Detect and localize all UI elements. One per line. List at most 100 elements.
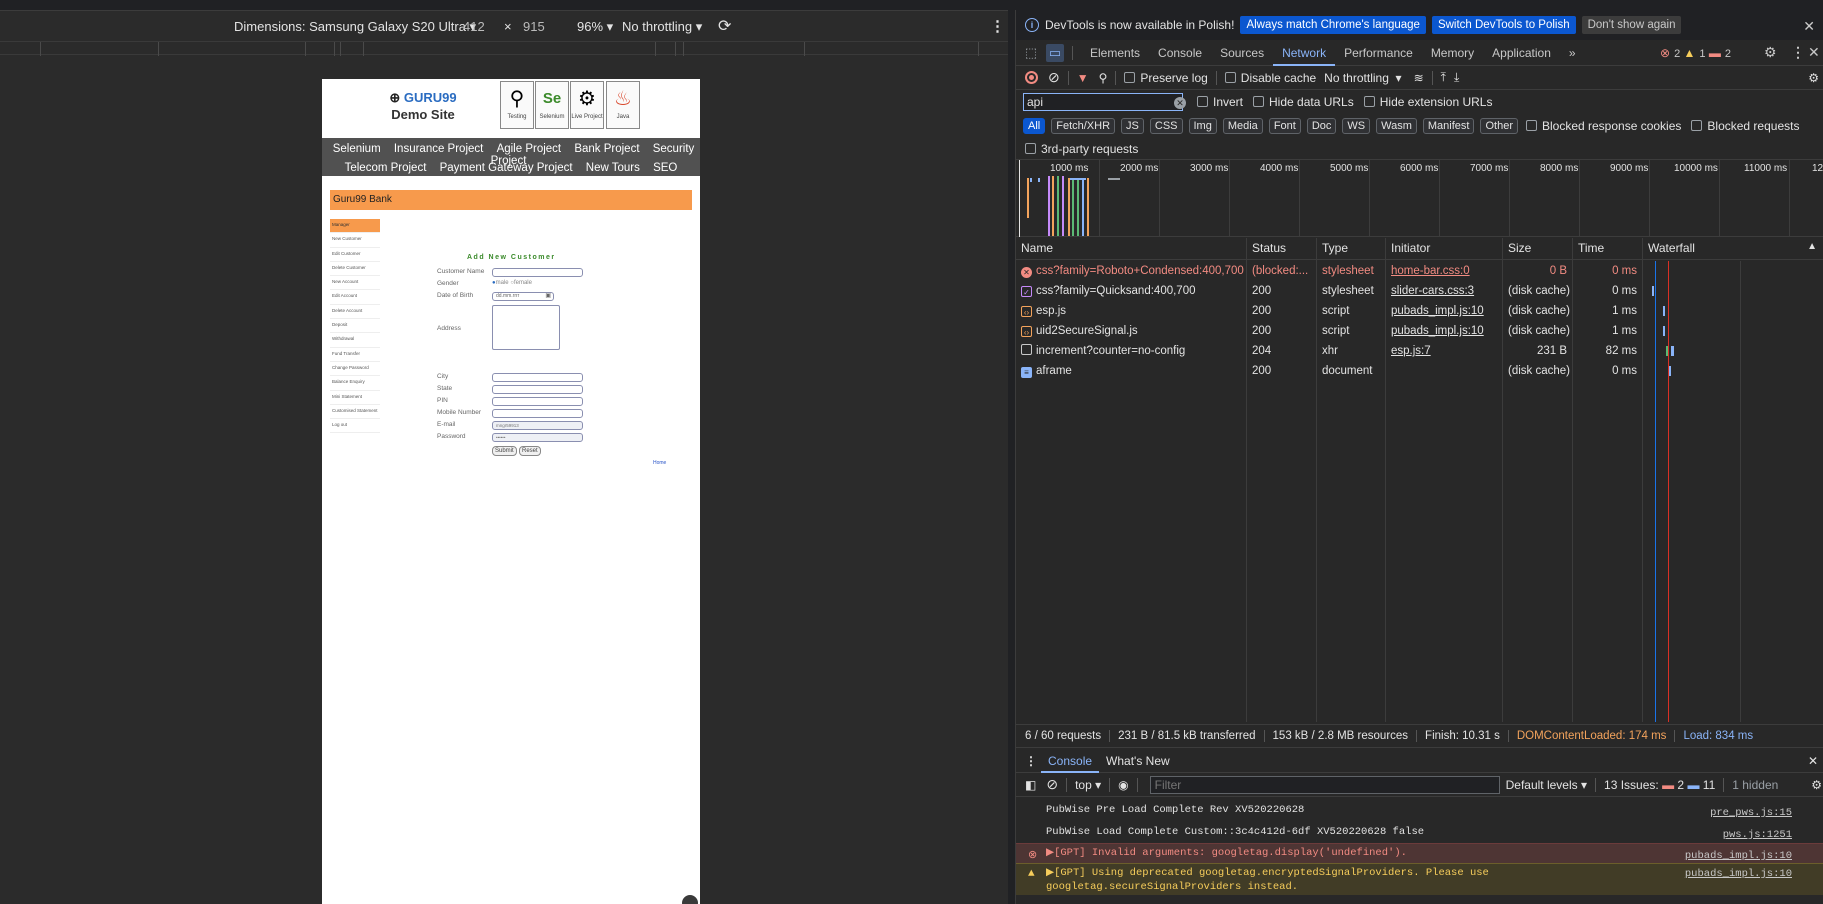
console-sidebar-icon[interactable]: ◧ xyxy=(1025,778,1036,792)
col-initiator[interactable]: Initiator xyxy=(1386,237,1503,259)
hide-data-urls-checkbox[interactable]: Hide data URLs xyxy=(1253,95,1354,109)
type-doc[interactable]: Doc xyxy=(1306,118,1337,134)
col-type[interactable]: Type xyxy=(1317,237,1386,259)
import-har-icon[interactable]: ⤒ xyxy=(1441,70,1446,85)
drawer-tab-console[interactable]: Console xyxy=(1041,749,1100,773)
home-link[interactable]: Home xyxy=(653,460,666,466)
live-expression-eye-icon[interactable]: ◉ xyxy=(1118,778,1128,792)
menu-new-customer[interactable]: New Customer xyxy=(330,233,380,248)
scroll-indicator[interactable] xyxy=(682,895,698,904)
col-size[interactable]: Size xyxy=(1503,237,1573,259)
close-drawer-icon[interactable]: ✕ xyxy=(1808,754,1818,768)
settings-gear-icon[interactable]: ⚙ xyxy=(1764,44,1777,61)
type-js[interactable]: JS xyxy=(1121,118,1144,134)
export-har-icon[interactable]: ⤓ xyxy=(1454,70,1459,85)
clear-console-icon[interactable]: ⊘ xyxy=(1046,776,1058,793)
drawer-menu-icon[interactable]: ⋮ xyxy=(1025,754,1037,768)
tab-sources[interactable]: Sources xyxy=(1211,40,1273,66)
source-link[interactable]: pubads_impl.js:10 xyxy=(1685,867,1792,881)
type-font[interactable]: Font xyxy=(1268,118,1301,134)
col-waterfall[interactable]: Waterfall xyxy=(1643,237,1803,259)
table-row[interactable]: ‹› esp.js 200 script pubads_impl.js:10 (d… xyxy=(1016,301,1823,321)
table-row[interactable]: ≡ aframe 200 document (disk cache) 0 ms xyxy=(1016,361,1823,381)
initiator-link[interactable]: esp.js:7 xyxy=(1391,345,1431,357)
blocked-cookies-checkbox[interactable]: Blocked response cookies xyxy=(1525,119,1681,133)
reset-button[interactable]: Reset xyxy=(519,446,541,456)
table-row[interactable]: increment?counter=no-config 204 xhr esp.… xyxy=(1016,341,1823,361)
nav-insurance[interactable]: Insurance Project xyxy=(394,143,484,155)
dont-show-again-button[interactable]: Don't show again xyxy=(1581,16,1682,34)
log-levels-dropdown[interactable]: Default levels ▾ xyxy=(1506,778,1587,792)
guru99-logo[interactable]: ⊕ GURU99 Demo Site xyxy=(378,90,468,122)
calendar-icon[interactable]: ▣ xyxy=(545,293,551,300)
drawer-tab-whats-new[interactable]: What's New xyxy=(1099,749,1177,773)
col-status[interactable]: Status xyxy=(1247,237,1316,259)
col-time[interactable]: Time xyxy=(1573,237,1643,259)
menu-withdrawal[interactable]: Withdrawal xyxy=(330,333,380,348)
menu-deposit[interactable]: Deposit xyxy=(330,319,380,334)
disable-cache-checkbox[interactable]: Disable cache xyxy=(1224,71,1316,85)
nav-seo[interactable]: SEO xyxy=(653,162,677,174)
type-css[interactable]: CSS xyxy=(1149,118,1183,134)
type-manifest[interactable]: Manifest xyxy=(1422,118,1475,134)
error-counter[interactable]: ⊗ 2 ▲ 1 ▬ 2 xyxy=(1660,46,1731,60)
menu-delete-account[interactable]: Delete Account xyxy=(330,305,380,320)
console-filter-input[interactable] xyxy=(1149,775,1500,794)
nav-payment[interactable]: Payment Gateway Project xyxy=(440,162,573,174)
record-icon[interactable] xyxy=(1025,71,1038,84)
table-row[interactable]: ✓ css?family=Quicksand:400,700 200 styles… xyxy=(1016,281,1823,301)
menu-delete-customer[interactable]: Delete Customer xyxy=(330,262,380,277)
media-query-ruler[interactable] xyxy=(0,41,1008,56)
submit-button[interactable]: Submit xyxy=(492,446,517,456)
table-row[interactable]: ‹› uid2SecureSignal.js 200 script pubads_… xyxy=(1016,321,1823,341)
preserve-log-checkbox[interactable]: Preserve log xyxy=(1124,71,1208,85)
type-img[interactable]: Img xyxy=(1188,118,1217,134)
hide-extension-urls-checkbox[interactable]: Hide extension URLs xyxy=(1363,95,1492,109)
initiator-link[interactable]: slider-cars.css:3 xyxy=(1391,285,1474,297)
initiator-link[interactable]: home-bar.css:0 xyxy=(1391,265,1470,277)
device-dropdown[interactable]: Dimensions: Samsung Galaxy S20 Ultra ▾ xyxy=(234,19,476,35)
device-width-input[interactable]: 412 xyxy=(463,19,485,34)
throttle-dropdown[interactable]: No throttling ▾ xyxy=(622,19,702,35)
type-other[interactable]: Other xyxy=(1480,118,1518,134)
close-devtools-icon[interactable]: ✕ xyxy=(1808,44,1820,61)
type-all[interactable]: All xyxy=(1023,118,1046,134)
nav-agile[interactable]: Agile Project xyxy=(497,143,562,155)
nav-telecom[interactable]: Telecom Project xyxy=(345,162,427,174)
type-wasm[interactable]: Wasm xyxy=(1376,118,1417,134)
network-throttle-dropdown[interactable]: No throttling ▾ xyxy=(1324,71,1401,85)
network-settings-icon[interactable]: ⚙ xyxy=(1808,71,1819,85)
menu-fund-transfer[interactable]: Fund Transfer xyxy=(330,348,380,362)
menu-customised-statement[interactable]: Customised Statement xyxy=(330,405,380,420)
nav-newtours[interactable]: New Tours xyxy=(586,162,640,174)
customer-name-input[interactable] xyxy=(492,268,583,277)
tab-performance[interactable]: Performance xyxy=(1335,40,1422,66)
rotate-icon[interactable]: ⟳ xyxy=(718,16,731,36)
device-height-input[interactable]: 915 xyxy=(523,19,545,34)
dob-input[interactable]: dd.mm.rrrr ▣ xyxy=(492,292,554,301)
menu-new-account[interactable]: New Account xyxy=(330,276,380,291)
inspect-element-icon[interactable]: ⬚ xyxy=(1022,44,1040,62)
table-row[interactable]: ✕ css?family=Roboto+Condensed:400,700 (bl… xyxy=(1016,261,1823,281)
menu-mini-statement[interactable]: Mini Statement xyxy=(330,391,380,405)
device-toolbar-icon[interactable]: ▭ xyxy=(1046,43,1064,62)
state-input[interactable] xyxy=(492,385,583,394)
invert-checkbox[interactable]: Invert xyxy=(1197,95,1243,109)
network-filter-input[interactable] xyxy=(1023,93,1183,111)
nav-selenium[interactable]: Selenium xyxy=(333,143,381,155)
switch-polish-button[interactable]: Switch DevTools to Polish xyxy=(1431,16,1576,34)
console-error[interactable]: ⊗ ▶[GPT] Invalid arguments: googletag.di… xyxy=(1016,843,1823,863)
nav-bank[interactable]: Bank Project xyxy=(574,143,639,155)
third-party-checkbox[interactable]: 3rd-party requests xyxy=(1025,142,1138,156)
menu-edit-customer[interactable]: Edit Customer xyxy=(330,248,380,262)
search-icon[interactable]: ⚲ xyxy=(1099,71,1108,85)
filter-funnel-icon[interactable]: ▼ xyxy=(1077,71,1089,85)
col-name[interactable]: Name xyxy=(1016,237,1246,259)
tab-elements[interactable]: Elements xyxy=(1081,40,1149,66)
city-input[interactable] xyxy=(492,373,583,382)
type-ws[interactable]: WS xyxy=(1342,118,1371,134)
live-project-link[interactable]: ⚙ Live Project xyxy=(570,81,604,129)
tab-console[interactable]: Console xyxy=(1149,40,1211,66)
initiator-link[interactable]: pubads_impl.js:10 xyxy=(1391,325,1484,337)
close-infobar-icon[interactable]: ✕ xyxy=(1803,18,1815,35)
